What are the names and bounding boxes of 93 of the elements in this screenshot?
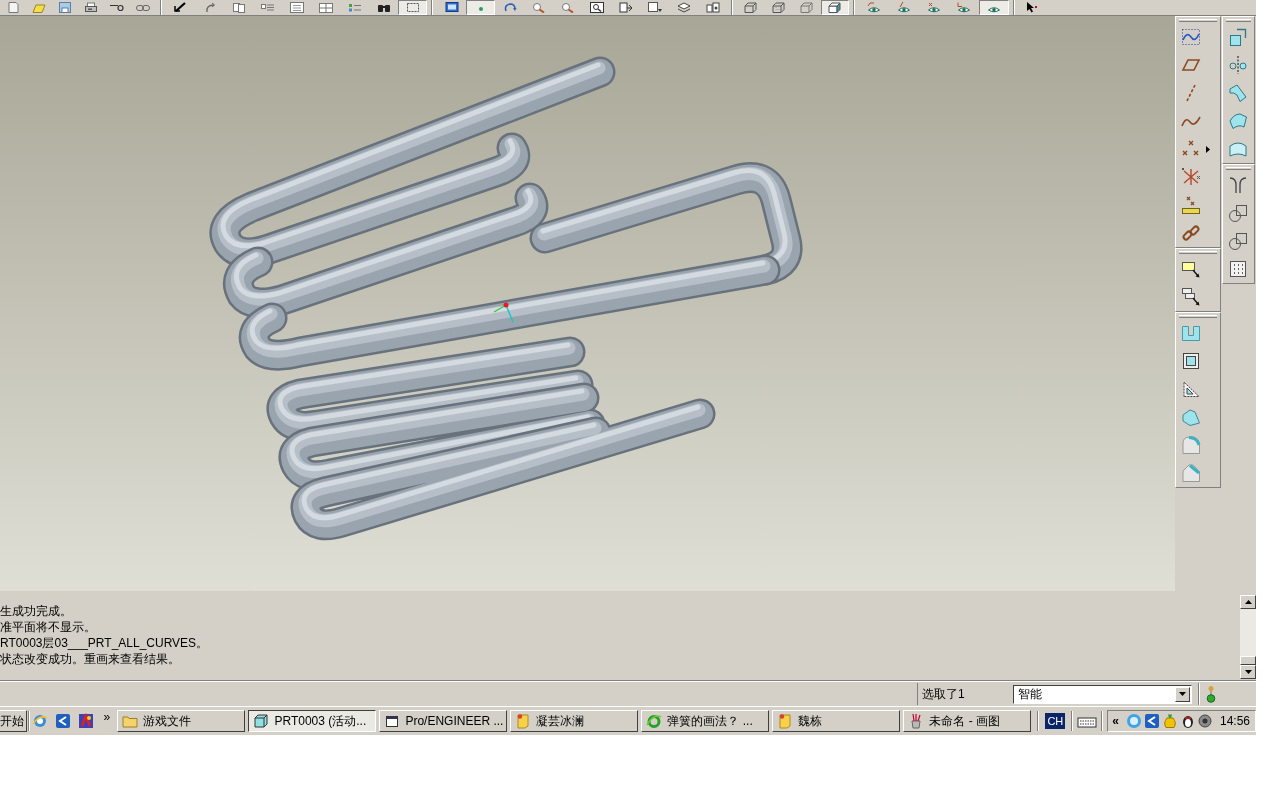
scroll-up-button[interactable]: [1240, 595, 1256, 609]
message-line: RT0003层03___PRT_ALL_CURVES。: [0, 635, 209, 651]
start-button[interactable]: 开始: [0, 710, 27, 732]
caret-down-icon: [1179, 692, 1186, 696]
two-boxes-icon: [705, 2, 720, 13]
dashed-box-icon: [405, 2, 420, 13]
square-corner-icon[interactable]: [1228, 27, 1248, 47]
corner-eye-icon: [957, 2, 971, 13]
task-button[interactable]: Pro/ENGINEER ...: [379, 710, 508, 732]
globe-icon[interactable]: [31, 713, 48, 729]
task-button[interactable]: 未命名 - 画图: [903, 710, 1032, 732]
stacked-notes-icon[interactable]: [1181, 287, 1201, 307]
speaker-icon[interactable]: [1198, 713, 1213, 729]
framed-list-icon: [289, 2, 304, 13]
mirror-icon[interactable]: [1228, 55, 1248, 75]
slash-eye-icon: [897, 2, 911, 13]
clock: 14:56: [1219, 713, 1250, 730]
toolbar-button[interactable]: [821, 0, 849, 15]
caret-up-icon: [1244, 600, 1252, 604]
wireframe-cube-icon: [744, 2, 758, 13]
dropdown-box-icon: [647, 2, 662, 13]
selection-status: 选取了1: [922, 686, 966, 703]
polygon-icon[interactable]: [1181, 407, 1201, 427]
dashed-cube-icon: [772, 2, 786, 13]
figure-icon[interactable]: [77, 713, 94, 729]
task-button[interactable]: 游戏文件: [117, 710, 246, 732]
table-icon: [318, 2, 333, 13]
task-button[interactable]: 凝芸冰澜: [510, 710, 639, 732]
nested-squares-icon[interactable]: [1181, 351, 1201, 371]
sticky-note-icon: [515, 713, 532, 729]
copy-icon: [231, 2, 246, 13]
diagonal-arrow-icon: [173, 2, 188, 13]
key-icon: [110, 2, 124, 13]
binoculars-icon: [376, 2, 391, 13]
ring-icon: [646, 713, 663, 729]
printer-icon: [84, 2, 98, 13]
toolbar-button[interactable]: [398, 0, 427, 15]
folder-icon: [122, 713, 139, 729]
framed-magnifier-icon: [589, 2, 604, 13]
message-line: 生成功完成。: [0, 603, 72, 619]
x-mark-eye-icon: [927, 2, 941, 13]
link-icon: [136, 2, 150, 13]
coordinate-triad-icon: [493, 302, 514, 323]
filter-dropdown[interactable]: 智能: [1013, 684, 1192, 704]
scrollbar-thumb[interactable]: [1240, 656, 1256, 665]
screen-icon: [444, 2, 459, 13]
bullet-list-icon: [347, 2, 362, 13]
dot-grid-icon[interactable]: [1228, 259, 1248, 279]
curved-sheet-icon[interactable]: [1228, 83, 1248, 103]
cube-icon: [800, 2, 814, 13]
cube-icon: [253, 713, 270, 729]
arrow-tile-icon[interactable]: [54, 713, 71, 729]
beveled-corner-icon[interactable]: [1181, 463, 1201, 483]
page-icon: [6, 2, 20, 13]
asterisk-icon[interactable]: [1181, 167, 1201, 187]
dotted-curve-icon[interactable]: [1181, 27, 1201, 47]
task-button[interactable]: 弹簧的画法？ ...: [641, 710, 770, 732]
note-arrow-icon[interactable]: [1181, 259, 1201, 279]
circle-square-icon[interactable]: [1228, 231, 1248, 251]
page-arrow-icon: [618, 2, 633, 13]
circle-square-icon[interactable]: [1228, 203, 1248, 223]
sticky-note-icon: [777, 713, 794, 729]
chain-icon[interactable]: [1181, 223, 1201, 243]
shaded-cube-icon: [828, 2, 842, 13]
task-button[interactable]: PRT0003 (活动...: [248, 710, 377, 732]
layers-icon: [676, 2, 691, 13]
magnifier-icon: [531, 2, 546, 13]
dropdown-button[interactable]: [1175, 686, 1190, 702]
message-line: 状态改变成功。重画来查看结果。: [0, 651, 180, 667]
magnifier-icon: [560, 2, 575, 13]
flyout-arrow-icon[interactable]: [1206, 145, 1210, 153]
sheet-icon[interactable]: [1228, 111, 1248, 131]
task-button[interactable]: 魏栋: [772, 710, 901, 732]
window-icon: [384, 713, 401, 729]
more-button[interactable]: »: [103, 710, 114, 724]
arrow-tile-icon[interactable]: [1144, 713, 1161, 729]
cursor-icon: [1025, 2, 1039, 13]
message-line: 准平面将不显示。: [0, 619, 96, 635]
slanted-tile-icon: [32, 2, 46, 13]
bracket-pair-icon[interactable]: [1228, 175, 1248, 195]
save-icon: [58, 2, 72, 13]
traffic-light-icon: [1206, 685, 1216, 703]
rotate-icon: [502, 2, 517, 13]
angle-eye-icon: [867, 2, 881, 13]
language-indicator[interactable]: CH: [1045, 713, 1066, 729]
triangle-icon[interactable]: [1181, 379, 1201, 399]
rounded-corner-icon[interactable]: [1181, 435, 1201, 455]
scroll-down-button[interactable]: [1240, 665, 1256, 679]
list-icon: [260, 2, 275, 13]
caret-down-icon: [1244, 670, 1252, 674]
dome-icon[interactable]: [1228, 139, 1248, 159]
tray-expand-button[interactable]: «: [1112, 712, 1125, 730]
marks-on-bar-icon[interactable]: [1181, 195, 1201, 215]
